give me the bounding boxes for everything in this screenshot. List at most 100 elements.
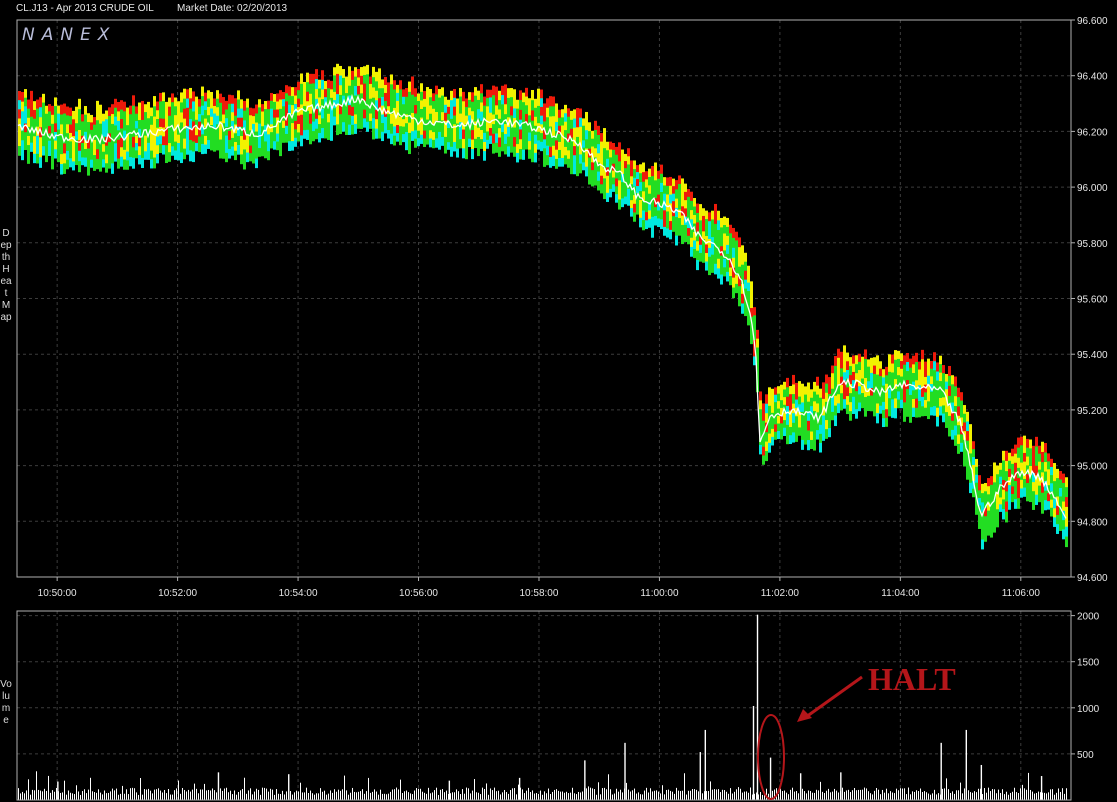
heat-cell: [363, 66, 366, 76]
heat-cell: [996, 500, 999, 510]
heat-cell: [87, 148, 90, 158]
heat-cell: [282, 135, 285, 143]
heat-cell: [1032, 445, 1035, 456]
volume-bar: [570, 792, 571, 800]
volume-bar: [496, 791, 497, 800]
heat-cell: [855, 409, 858, 419]
heat-cell: [558, 133, 561, 143]
heat-cell: [450, 109, 453, 120]
heat-cell: [90, 122, 93, 131]
heat-cell: [813, 381, 816, 393]
heat-cell: [324, 121, 327, 131]
heat-cell: [471, 130, 474, 141]
heat-cell: [843, 354, 846, 364]
volume-bar: [816, 789, 817, 800]
heat-cell: [1002, 489, 1005, 501]
heat-cell: [720, 217, 723, 228]
heat-cell: [132, 147, 135, 159]
volume-bar: [156, 789, 157, 800]
heat-cell: [810, 423, 813, 433]
heat-cell: [375, 128, 378, 139]
heat-cell: [726, 262, 729, 273]
heat-cell: [876, 364, 879, 376]
heat-cell: [387, 130, 390, 139]
heat-cell: [1062, 520, 1065, 531]
volume-bar: [978, 788, 979, 800]
heat-cell: [900, 361, 903, 370]
volume-bar: [804, 791, 805, 800]
heat-cell: [939, 389, 942, 399]
price-tick-label: 95.200: [1077, 406, 1108, 417]
heat-cell: [510, 133, 513, 144]
heat-cell: [396, 92, 399, 102]
volume-bar: [98, 789, 99, 800]
heat-cell: [771, 436, 774, 446]
heat-cell: [216, 132, 219, 142]
heat-cell: [582, 118, 585, 127]
heat-cell: [912, 355, 915, 365]
volume-bar: [484, 788, 485, 800]
heat-cell: [75, 147, 78, 157]
heat-cell: [174, 132, 177, 143]
heat-cell: [90, 144, 93, 153]
volume-bar: [602, 788, 603, 800]
volume-bar: [402, 792, 403, 800]
heat-cell: [792, 384, 795, 395]
heat-cell: [816, 385, 819, 396]
heat-cell: [417, 93, 420, 102]
heat-cell: [222, 131, 225, 142]
volume-bar: [794, 791, 795, 800]
heat-cell: [303, 130, 306, 139]
volume-bar: [1016, 792, 1017, 800]
volume-bar: [552, 791, 553, 800]
volume-bar: [152, 793, 153, 800]
heat-cell: [684, 191, 687, 201]
heat-cell: [102, 113, 105, 122]
heat-cell: [780, 384, 783, 394]
heat-cell: [591, 130, 594, 140]
volume-bar: [868, 791, 869, 800]
volume-bar: [760, 792, 761, 800]
heat-cell: [78, 109, 81, 121]
heat-cell: [942, 373, 945, 382]
volume-bar: [298, 791, 299, 800]
heat-cell: [660, 164, 663, 175]
heat-cell: [735, 257, 738, 268]
heat-cell: [390, 84, 393, 95]
volume-bar: [64, 780, 65, 800]
heat-cell: [162, 145, 165, 155]
heat-cell: [771, 420, 774, 430]
heat-cell: [612, 184, 615, 192]
heat-cell: [333, 116, 336, 126]
volume-bar: [160, 790, 161, 800]
heat-cell: [759, 400, 762, 410]
heat-cell: [825, 383, 828, 394]
heat-cell: [327, 130, 330, 140]
volume-bar: [22, 791, 23, 800]
heat-cell: [531, 151, 534, 163]
heat-cell: [285, 133, 288, 143]
heat-cell: [126, 116, 129, 126]
heat-cell: [189, 150, 192, 162]
heat-cell: [744, 306, 747, 317]
heat-cell: [276, 101, 279, 111]
volume-bar: [106, 793, 107, 800]
heat-cell: [156, 153, 159, 164]
heat-cell: [159, 101, 162, 111]
heat-cell: [456, 148, 459, 158]
volume-axis: 200015001000500: [1071, 612, 1100, 761]
heat-cell: [795, 382, 798, 392]
heat-cell: [552, 155, 555, 167]
heat-cell: [996, 474, 999, 484]
heat-cell: [981, 493, 984, 504]
time-tick-label: 10:54:00: [279, 588, 318, 599]
heat-cell: [537, 105, 540, 116]
heat-cell: [93, 124, 96, 133]
volume-bar: [88, 789, 89, 800]
heat-cell: [273, 117, 276, 127]
heat-cell: [885, 409, 888, 419]
heat-cell: [678, 175, 681, 185]
volume-gridlines: [17, 611, 1071, 800]
heat-cell: [906, 398, 909, 408]
heat-cell: [1041, 451, 1044, 463]
